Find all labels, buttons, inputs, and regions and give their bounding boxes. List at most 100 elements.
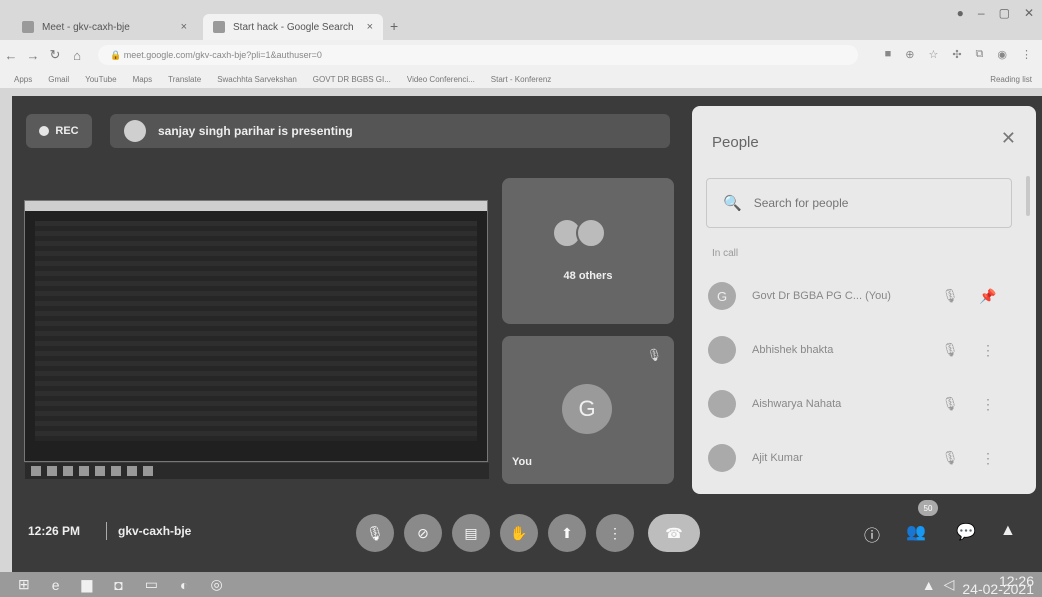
captions-icon: ▤ [464,524,478,541]
edge-icon[interactable]: e [52,577,60,593]
chat-icon[interactable]: 💬 [956,522,976,542]
bookmarks-bar: Apps Gmail YouTube Maps Translate Swachh… [0,70,1042,88]
record-dot-icon [39,126,50,136]
phone-hangup-icon: ☎ [665,524,683,541]
participant-row[interactable]: G Govt Dr BGBA PG C... (You) 🎙 📌 [708,276,1026,316]
people-panel: People ✕ 🔍 In call G Govt Dr BGBA PG C..… [692,106,1036,494]
self-label: You [512,456,532,468]
extension-icons: ■ ⊕ ☆ ✣ ⧉ ◉ ⋮ [885,48,1032,61]
participant-row[interactable]: Aishwarya Nahata 🎙 ⋮ [708,384,1026,424]
more-options-icon[interactable]: ⋮ [970,342,1006,359]
bookmark-item[interactable]: Maps [133,75,153,84]
browser-tab-search[interactable]: Start hack - Google Search × [203,14,383,40]
maximize-icon[interactable]: ▢ [999,6,1010,20]
volume-icon[interactable]: ◁ [944,576,955,593]
more-options-icon: ⋮ [608,524,622,541]
browser-tab-meet[interactable]: Meet - gkv-caxh-bje × [12,14,197,40]
more-options-icon[interactable]: ⋮ [970,450,1006,467]
star-icon[interactable]: ☆ [928,48,938,61]
bookmark-item[interactable]: Gmail [48,75,69,84]
new-tab-button[interactable]: + [390,18,398,34]
meet-favicon-icon [22,21,34,33]
meeting-details-icon[interactable]: ⓘ [864,522,880,546]
windows-taskbar: ⊞ e ▆ ◘ ▭ ◐ ◎ ▲ ◁ 12:26 24-02-2021 [0,572,1042,597]
leave-call-button[interactable]: ☎ [648,514,700,552]
participant-name: Govt Dr BGBA PG C... (You) [752,290,891,302]
reading-list-button[interactable]: Reading list [990,75,1032,84]
captions-button[interactable]: ▤ [452,514,490,552]
camera-toggle-button[interactable]: ⊘ [404,514,442,552]
bookmark-item[interactable]: Video Conferenci... [407,75,475,84]
meeting-time: 12:26 PM [28,524,81,538]
people-icon[interactable]: 👥 [906,522,926,542]
bookmark-item[interactable]: Translate [168,75,201,84]
participant-row[interactable]: Abhishek bhakta 🎙 ⋮ [708,330,1026,370]
participant-avatar: G [708,282,736,310]
taskbar-clock[interactable]: 12:26 24-02-2021 [962,574,1034,596]
chrome-icon[interactable]: ◎ [210,576,222,593]
zoom-icon[interactable]: ⊕ [905,48,914,61]
activities-icon[interactable]: ▲ [1000,522,1016,540]
participant-avatar [576,218,606,248]
google-favicon-icon [213,21,225,33]
close-window-icon[interactable]: ✕ [1024,6,1034,20]
lock-icon: 🔒 [110,49,124,60]
mic-toggle-button[interactable]: 🎙 [356,514,394,552]
close-icon[interactable]: ✕ [1001,128,1016,149]
more-options-button[interactable]: ⋮ [596,514,634,552]
address-bar-row: ← → ↻ ⌂ 🔒 meet.google.com/gkv-caxh-bje?p… [0,40,1042,70]
scrollbar[interactable] [1026,176,1030,216]
search-input[interactable] [753,196,994,210]
people-title: People [712,134,759,151]
file-explorer-icon[interactable]: ▆ [82,576,93,593]
extension-icon[interactable]: ✣ [952,48,961,61]
puzzle-icon[interactable]: ⧉ [976,48,984,61]
mic-off-icon: 🎙 [366,524,384,541]
close-tab-icon[interactable]: × [181,21,187,33]
start-icon[interactable]: ⊞ [18,576,30,593]
participant-avatar [708,336,736,364]
profile-icon[interactable]: ● [957,6,964,20]
mic-off-icon: 🎙 [646,348,662,362]
close-tab-icon[interactable]: × [367,21,373,33]
presenting-banner: sanjay singh parihar is presenting [110,114,670,148]
raise-hand-button[interactable]: ✋ [500,514,538,552]
reload-icon[interactable]: ↻ [44,47,66,63]
browser-tab-strip: Meet - gkv-caxh-bje × Start hack - Googl… [0,0,1042,40]
network-icon[interactable]: ▲ [922,577,936,593]
more-options-icon[interactable]: ⋮ [970,396,1006,413]
home-icon[interactable]: ⌂ [66,48,88,63]
self-avatar: G [562,384,612,434]
camera-off-icon: ⊘ [417,524,429,541]
minimize-icon[interactable]: – [978,6,985,20]
others-count: 48 others [563,270,613,282]
self-tile[interactable]: 🎙 G You [502,336,674,484]
bookmark-item[interactable]: YouTube [85,75,116,84]
pin-icon[interactable]: 📌 [970,288,1006,305]
camera-icon[interactable]: ■ [885,48,892,61]
back-icon[interactable]: ← [0,48,22,63]
shared-window-titlebar [25,201,487,211]
people-search[interactable]: 🔍 [706,178,1012,228]
bookmark-item[interactable]: Apps [14,75,32,84]
taskview-icon[interactable]: ▭ [145,576,158,593]
present-icon: ⬆ [561,524,573,541]
profile-avatar-icon[interactable]: ◉ [997,48,1007,61]
participant-row[interactable]: Ajit Kumar 🎙 ⋮ [708,438,1026,478]
tab-title: Meet - gkv-caxh-bje [42,21,130,33]
menu-icon[interactable]: ⋮ [1021,48,1032,61]
shared-taskbar [25,463,489,479]
store-icon[interactable]: ◘ [114,577,122,593]
presenter-avatar [124,120,146,142]
bookmark-item[interactable]: Swachhta Sarvekshan [217,75,297,84]
url-field[interactable]: 🔒 meet.google.com/gkv-caxh-bje?pli=1&aut… [98,45,858,65]
bookmark-item[interactable]: Start - Konferenz [491,75,551,84]
bookmark-item[interactable]: GOVT DR BGBS GI... [313,75,391,84]
present-button[interactable]: ⬆ [548,514,586,552]
others-tile[interactable]: 48 others [502,178,674,324]
mic-off-icon: 🎙 [941,450,959,465]
app-icon[interactable]: ◐ [180,577,188,593]
mic-off-icon: 🎙 [941,288,959,303]
forward-icon[interactable]: → [22,48,44,63]
window-controls: ● – ▢ ✕ [957,6,1034,20]
